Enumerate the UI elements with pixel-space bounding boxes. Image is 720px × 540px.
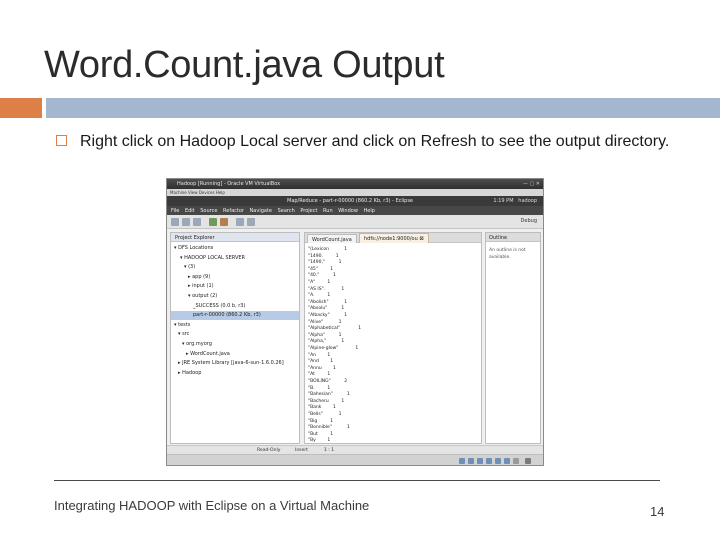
display-icon[interactable] bbox=[504, 458, 510, 464]
tree-item[interactable]: ▾ src bbox=[178, 330, 189, 339]
outline-message: An outline is not available. bbox=[489, 248, 526, 260]
clock: 1:19 PM bbox=[493, 198, 514, 204]
eclipse-title-bar: Map/Reduce - part-r-00000 (860.2 Kb, r3)… bbox=[167, 196, 543, 206]
accent-bar-blue bbox=[46, 98, 720, 118]
tree-item[interactable]: ▸ input (1) bbox=[188, 282, 214, 291]
eclipse-toolbar: Debug bbox=[167, 215, 543, 229]
eclipse-title: Map/Reduce - part-r-00000 (860.2 Kb, r3)… bbox=[287, 198, 414, 204]
tree-item[interactable]: part-r-00000 (860.2 Kb, r3) bbox=[171, 311, 299, 321]
run-icon[interactable] bbox=[209, 218, 217, 226]
tree-item[interactable]: ▾ org.myorg bbox=[182, 340, 212, 349]
vm-title-bar: Hadoop [Running] - Oracle VM VirtualBox … bbox=[167, 179, 543, 189]
square-bullet-icon bbox=[56, 135, 67, 146]
user-name[interactable]: hadoop bbox=[518, 198, 537, 204]
eclipse-screenshot: Hadoop [Running] - Oracle VM VirtualBox … bbox=[166, 178, 544, 466]
optical-drive-icon[interactable] bbox=[468, 458, 474, 464]
status-cursor-position: 1 : 1 bbox=[324, 448, 335, 453]
slide-title: Word.Count.java Output bbox=[44, 44, 445, 86]
vm-status-bar bbox=[167, 454, 543, 465]
accent-bar-orange bbox=[0, 98, 42, 118]
output-count: 1 bbox=[327, 438, 331, 444]
new-icon[interactable] bbox=[171, 218, 179, 226]
tree-item[interactable]: ▾ HADOOP LOCAL SERVER bbox=[180, 254, 245, 263]
mouse-integration-icon[interactable] bbox=[513, 458, 519, 464]
bullet-item: Right click on Hadoop Local server and c… bbox=[56, 131, 696, 153]
output-word: "By bbox=[308, 438, 316, 444]
print-icon[interactable] bbox=[193, 218, 201, 226]
top-panel-status: 1:19 PM hadoop bbox=[493, 198, 537, 204]
host-key-icon[interactable] bbox=[525, 458, 531, 464]
tab-project-explorer[interactable]: Project Explorer bbox=[171, 233, 299, 242]
footer-divider bbox=[54, 480, 660, 481]
tab-hdfs-output[interactable]: hdfs://node1:9000/ou ⊠ bbox=[359, 233, 429, 243]
tree-item[interactable]: ▸ app (9) bbox=[188, 273, 210, 282]
usb-icon[interactable] bbox=[477, 458, 483, 464]
tree-item[interactable]: ▸ JRE System Library [java-6-sun-1.6.0.2… bbox=[178, 359, 284, 368]
tree-item[interactable]: ▸ WordCount.java bbox=[186, 350, 230, 359]
tab-wordcount-java[interactable]: WordCount.java bbox=[307, 234, 357, 243]
debug-icon[interactable] bbox=[220, 218, 228, 226]
outline-panel: Outline An outline is not available. bbox=[485, 232, 541, 444]
project-explorer-panel: Project Explorer ▾ DFS Locations ▾ HADOOP… bbox=[170, 232, 300, 444]
network-icon[interactable] bbox=[486, 458, 492, 464]
editor-panel: WordCount.java hdfs://node1:9000/ou ⊠ "(… bbox=[304, 232, 482, 444]
editor-content[interactable]: "(Lexicon 1 "1490. 1 "1490," 1 "45" 1 "40." 1 "A" 1… bbox=[305, 244, 481, 444]
window-controls-icon[interactable]: — ▢ ✕ bbox=[523, 181, 540, 187]
tab-outline[interactable]: Outline bbox=[486, 233, 540, 242]
eclipse-status-bar: Read-Only Insert 1 : 1 bbox=[167, 445, 543, 454]
tree-item[interactable]: _SUCCESS (0.0 b, r3) bbox=[193, 302, 245, 311]
page-number: 14 bbox=[650, 504, 665, 519]
search-icon[interactable] bbox=[236, 218, 244, 226]
bullet-text: Right click on Hadoop Local server and c… bbox=[80, 133, 670, 150]
editor-tabs: WordCount.java hdfs://node1:9000/ou ⊠ bbox=[305, 233, 481, 243]
vm-menu-bar[interactable]: Machine View Devices Help bbox=[167, 189, 543, 196]
status-insert-mode: Insert bbox=[295, 448, 308, 453]
footer-text: Integrating HADOOP with Eclipse on a Vir… bbox=[54, 498, 370, 513]
shared-folder-icon[interactable] bbox=[495, 458, 501, 464]
tree-item[interactable]: ▾ (3) bbox=[184, 263, 195, 272]
tree-item[interactable]: ▾ output (2) bbox=[188, 292, 217, 301]
vm-title: Hadoop [Running] - Oracle VM VirtualBox bbox=[177, 181, 281, 187]
tree-item[interactable]: ▾ tests bbox=[174, 321, 190, 330]
hard-disk-icon[interactable] bbox=[459, 458, 465, 464]
status-read-only: Read-Only bbox=[257, 448, 281, 453]
tree-item[interactable]: ▾ DFS Locations bbox=[174, 244, 213, 253]
tree-item[interactable]: ▸ Hadoop bbox=[178, 369, 201, 378]
output-line: "By 1 bbox=[305, 437, 481, 444]
save-icon[interactable] bbox=[182, 218, 190, 226]
perspective-debug[interactable]: Debug bbox=[521, 218, 537, 224]
back-icon[interactable] bbox=[247, 218, 255, 226]
eclipse-menu-bar[interactable]: File Edit Source Refactor Navigate Searc… bbox=[167, 206, 543, 215]
